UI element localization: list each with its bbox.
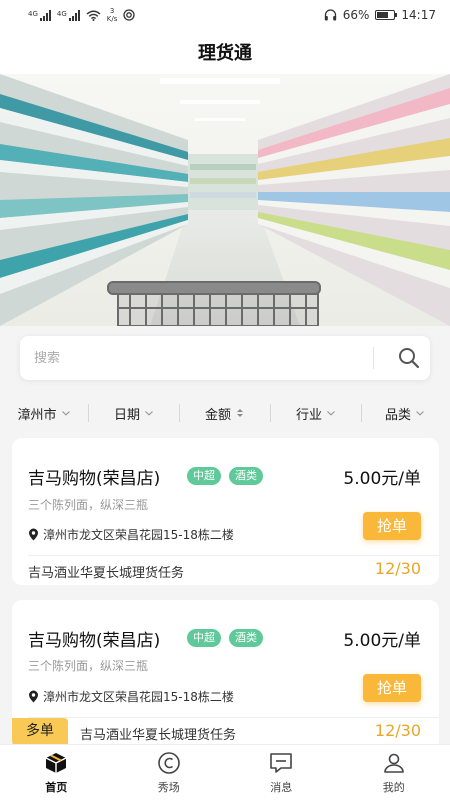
- address-text: 漳州市龙文区荣昌花园15-18栋二楼: [43, 690, 234, 704]
- chevron-down-icon: [61, 411, 70, 416]
- search-input[interactable]: [34, 350, 373, 366]
- store-name: 吉马购物(荣昌店): [28, 469, 161, 489]
- store-name: 吉马购物(荣昌店): [28, 631, 161, 651]
- battery-icon: [375, 10, 398, 20]
- chevron-down-icon: [327, 411, 335, 416]
- task-name: 吉马酒业华夏长城理货任务: [28, 566, 185, 581]
- chevron-down-icon: [145, 411, 153, 416]
- bottom-tab-bar: 首页 秀场 消息 我的: [0, 744, 450, 800]
- chevron-down-icon: [416, 411, 424, 416]
- network-speed: 3 K/s: [107, 7, 118, 23]
- search-bar: [20, 336, 430, 380]
- location-pin-icon: [29, 528, 38, 541]
- tab-show-label: 秀场: [157, 780, 180, 794]
- filter-date-label: 日期: [113, 407, 140, 423]
- grab-order-button[interactable]: 抢单: [363, 674, 421, 702]
- filter-amount[interactable]: 金额: [180, 396, 270, 430]
- status-left: 4G 4G 3 K/s: [28, 7, 136, 23]
- signal-2-label: 4G: [56, 9, 67, 18]
- tag-supermarket: 中超: [187, 467, 221, 485]
- search-divider: [373, 347, 374, 369]
- cell-signal-1-icon: 4G: [28, 9, 51, 21]
- task-card[interactable]: 吉马购物(荣昌店) 中超 酒类 5.00元/单 三个陈列面，纵深三瓶 漳州市龙文…: [12, 438, 439, 585]
- banner-image[interactable]: [0, 74, 450, 326]
- filter-city-label: 漳州市: [17, 407, 57, 423]
- message-icon: [270, 752, 293, 773]
- filter-amount-label: 金额: [204, 407, 231, 423]
- tag-liquor: 酒类: [229, 467, 263, 485]
- task-name: 吉马酒业华夏长城理货任务: [80, 728, 237, 743]
- tag-supermarket: 中超: [187, 629, 221, 647]
- task-description: 三个陈列面，纵深三瓶: [28, 498, 149, 512]
- battery-percent: 66%: [342, 8, 370, 22]
- filter-city[interactable]: 漳州市: [0, 396, 88, 430]
- filter-industry-label: 行业: [295, 407, 322, 423]
- tab-home[interactable]: 首页: [0, 745, 113, 800]
- task-address: 漳州市龙文区荣昌花园15-18栋二楼: [28, 526, 234, 543]
- signal-1-label: 4G: [28, 9, 38, 18]
- card-divider: [28, 717, 439, 718]
- filter-category[interactable]: 品类: [362, 396, 448, 430]
- sort-icon: [237, 409, 243, 417]
- address-text: 漳州市龙文区荣昌花园15-18栋二楼: [43, 528, 234, 542]
- card-divider: [28, 555, 439, 556]
- task-count: 12/30: [374, 721, 421, 740]
- speed-value: 3: [109, 7, 115, 15]
- filter-bar: 漳州市 日期 金额 行业 品类: [0, 396, 450, 430]
- filter-category-label: 品类: [384, 407, 411, 423]
- status-bar: 4G 4G 3 K/s 66% 14:17: [0, 0, 450, 30]
- tab-profile-label: 我的: [382, 780, 405, 794]
- hotspot-icon: [123, 9, 136, 21]
- cell-signal-2-icon: 4G: [56, 9, 80, 21]
- status-right: 66% 14:17: [324, 8, 436, 22]
- task-price: 5.00元/单: [343, 631, 421, 651]
- speed-unit: K/s: [106, 15, 118, 23]
- page-title: 理货通: [198, 43, 252, 64]
- home-box-icon: [45, 752, 67, 773]
- task-address: 漳州市龙文区荣昌花园15-18栋二楼: [28, 688, 234, 705]
- task-price: 5.00元/单: [343, 469, 421, 489]
- tab-messages-label: 消息: [270, 780, 293, 794]
- tab-show[interactable]: 秀场: [113, 745, 226, 800]
- tab-profile[interactable]: 我的: [338, 745, 450, 800]
- tab-messages[interactable]: 消息: [225, 745, 338, 800]
- supermarket-aisle-illustration: [0, 74, 450, 326]
- filter-date[interactable]: 日期: [89, 396, 179, 430]
- tab-home-label: 首页: [45, 780, 68, 794]
- show-icon: [157, 751, 180, 774]
- filter-industry[interactable]: 行业: [271, 396, 361, 430]
- location-pin-icon: [29, 690, 38, 703]
- headphones-icon: [324, 9, 336, 21]
- multi-order-badge: 多单: [12, 718, 68, 744]
- task-count: 12/30: [374, 559, 421, 578]
- tag-liquor: 酒类: [229, 629, 263, 647]
- grab-order-button[interactable]: 抢单: [363, 512, 421, 540]
- task-card[interactable]: 吉马购物(荣昌店) 中超 酒类 5.00元/单 三个陈列面，纵深三瓶 漳州市龙文…: [12, 600, 439, 750]
- profile-icon: [383, 753, 404, 773]
- app-header: 理货通: [0, 30, 450, 74]
- task-description: 三个陈列面，纵深三瓶: [28, 659, 149, 673]
- clock: 14:17: [401, 8, 436, 22]
- wifi-icon: [86, 10, 101, 21]
- search-icon[interactable]: [388, 336, 430, 380]
